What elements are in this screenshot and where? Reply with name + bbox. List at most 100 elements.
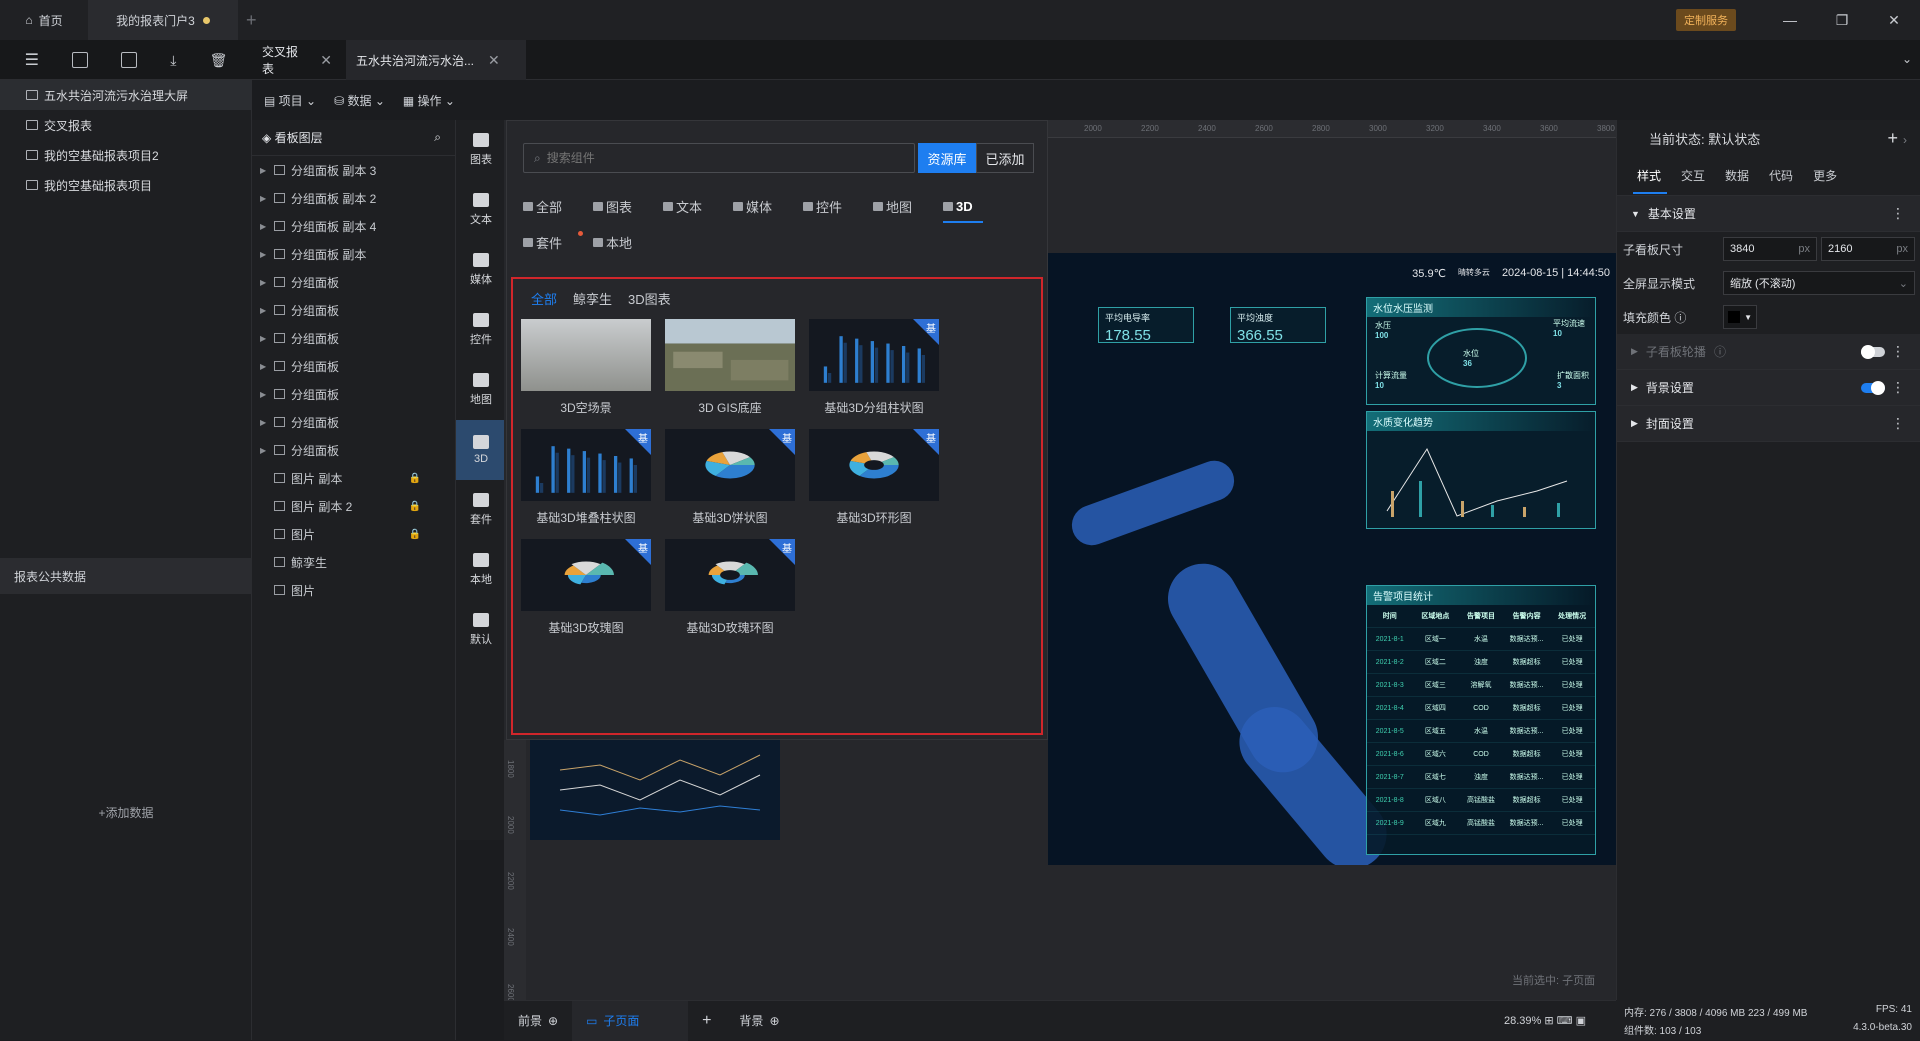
- layer-item[interactable]: 图片 副本 2 🔒: [252, 492, 455, 520]
- resource-library-button[interactable]: 资源库: [918, 143, 976, 173]
- popup-tab-5[interactable]: 地图: [873, 195, 943, 217]
- dashboard-preview[interactable]: 35.9℃ 晴转多云 2024-08-15 | 14:44:50 平均电导率 1…: [1048, 253, 1616, 865]
- project-menu[interactable]: ▤ 项目 ⌄: [264, 92, 316, 109]
- report-item[interactable]: 五水共治河流污水治理大屏: [0, 80, 251, 110]
- layer-item[interactable]: ▶ 分组面板: [252, 324, 455, 352]
- close-tab-icon[interactable]: ✕: [488, 52, 500, 69]
- report-item[interactable]: 交叉报表: [0, 110, 251, 140]
- component-card[interactable]: 3D空场景: [521, 319, 679, 439]
- popup-tab-4[interactable]: 控件: [803, 195, 873, 217]
- new-tab-icon[interactable]: +: [246, 10, 257, 31]
- height-input[interactable]: 2160 px: [1821, 237, 1915, 261]
- keyboard-icon[interactable]: ⌨: [1557, 1015, 1573, 1027]
- new-file-icon[interactable]: [121, 52, 138, 68]
- category-2[interactable]: 媒体: [456, 240, 506, 300]
- restore-icon[interactable]: ❐: [1816, 12, 1868, 29]
- category-8[interactable]: 默认: [456, 600, 506, 660]
- fit-screen-icon[interactable]: ⊞: [1544, 1015, 1553, 1027]
- component-card[interactable]: 基基础3D分组柱状图: [809, 319, 967, 439]
- layer-item[interactable]: ▶ 分组面板: [252, 436, 455, 464]
- popup-tab-6[interactable]: 3D: [943, 195, 1013, 223]
- zoom-control[interactable]: 28.39% ⊞ ⌨ ▣: [1504, 1014, 1586, 1027]
- component-card[interactable]: 基基础3D环形图: [809, 429, 967, 549]
- popup-tab-3[interactable]: 媒体: [733, 195, 803, 217]
- more-icon[interactable]: ⋮: [1891, 379, 1905, 396]
- layer-item[interactable]: 图片 🔒: [252, 520, 455, 548]
- doc-tab-cross[interactable]: 交叉报表 ✕: [252, 40, 342, 80]
- home-tab[interactable]: ⌂ 首页: [0, 0, 88, 40]
- category-4[interactable]: 地图: [456, 360, 506, 420]
- add-circle-icon[interactable]: ⊕: [548, 1014, 558, 1028]
- subpage-tab[interactable]: ▭ 子页面: [572, 1000, 689, 1041]
- trend-chart-partial[interactable]: [530, 740, 780, 840]
- custom-service-button[interactable]: 定制服务: [1676, 9, 1736, 31]
- popup-tab-7[interactable]: 套件: [523, 231, 593, 253]
- property-tab-4[interactable]: 更多: [1813, 167, 1837, 184]
- delete-icon[interactable]: 🗑: [210, 52, 228, 69]
- more-icon[interactable]: ⋮: [1891, 415, 1905, 432]
- data-menu[interactable]: ⛁ 数据 ⌄: [334, 92, 385, 109]
- lock-icon[interactable]: 🔒: [409, 473, 421, 484]
- added-button[interactable]: 已添加: [976, 143, 1034, 173]
- property-tab-3[interactable]: 代码: [1769, 167, 1793, 184]
- carousel-toggle[interactable]: [1861, 344, 1885, 359]
- component-card[interactable]: 基基础3D堆叠柱状图: [521, 429, 679, 549]
- layer-item[interactable]: ▶ 分组面板: [252, 408, 455, 436]
- property-tab-0[interactable]: 样式: [1632, 167, 1668, 194]
- fullscreen-select[interactable]: 缩放 (不滚动) ⌄: [1723, 271, 1915, 295]
- popup-tab-1[interactable]: 图表: [593, 195, 663, 217]
- popup-tab-2[interactable]: 文本: [663, 195, 733, 217]
- layer-item[interactable]: 图片: [252, 576, 455, 604]
- basic-settings-header[interactable]: ▼ 基本设置 ⋮: [1617, 196, 1920, 232]
- close-icon[interactable]: ✕: [1868, 12, 1920, 29]
- layer-item[interactable]: 鲸孪生: [252, 548, 455, 576]
- category-0[interactable]: 图表: [456, 120, 506, 180]
- more-icon[interactable]: ⋮: [1891, 343, 1905, 360]
- foreground-tab[interactable]: 前景 ⊕: [504, 1001, 572, 1041]
- subtab-0[interactable]: 全部: [531, 289, 557, 308]
- search-icon[interactable]: ⌕: [434, 130, 441, 145]
- popup-tab-0[interactable]: 全部: [523, 195, 593, 217]
- layer-item[interactable]: ▶ 分组面板: [252, 352, 455, 380]
- layer-item[interactable]: ▶ 分组面板 副本 4: [252, 212, 455, 240]
- property-tab-1[interactable]: 交互: [1681, 167, 1705, 184]
- lock-icon[interactable]: 🔒: [409, 529, 421, 540]
- fill-color-picker[interactable]: ▼: [1723, 305, 1757, 329]
- component-card[interactable]: 基基础3D饼状图: [665, 429, 823, 549]
- layer-item[interactable]: ▶ 分组面板: [252, 296, 455, 324]
- add-data-button[interactable]: +添加数据: [0, 804, 252, 821]
- category-6[interactable]: 套件: [456, 480, 506, 540]
- download-icon[interactable]: ⤓: [170, 52, 176, 69]
- chevron-down-icon[interactable]: ⌄: [1902, 52, 1912, 66]
- layer-item[interactable]: ▶ 分组面板: [252, 380, 455, 408]
- background-settings-header[interactable]: ▶ 背景设置 ⋮: [1617, 370, 1920, 406]
- lock-icon[interactable]: 🔒: [409, 501, 421, 512]
- category-5[interactable]: 3D: [456, 420, 506, 480]
- category-1[interactable]: 文本: [456, 180, 506, 240]
- layer-item[interactable]: ▶ 分组面板 副本 3: [252, 156, 455, 184]
- report-item[interactable]: 我的空基础报表项目2: [0, 140, 251, 170]
- more-icon[interactable]: ⋮: [1891, 205, 1905, 222]
- menu-icon[interactable]: ☰: [25, 50, 39, 70]
- carousel-header[interactable]: ▶ 子看板轮播 ⓘ ⋮: [1617, 334, 1920, 370]
- terminal-icon[interactable]: ▣: [1576, 1015, 1586, 1027]
- add-page-button[interactable]: +: [688, 1001, 725, 1041]
- component-card[interactable]: 基基础3D玫瑰图: [521, 539, 679, 659]
- component-card[interactable]: 3D GIS底座: [665, 319, 823, 439]
- component-search-input[interactable]: [546, 151, 887, 165]
- category-7[interactable]: 本地: [456, 540, 506, 600]
- add-state-icon[interactable]: + ›: [1887, 128, 1907, 149]
- close-tab-icon[interactable]: ✕: [320, 52, 332, 69]
- new-folder-icon[interactable]: [72, 52, 89, 68]
- layer-item[interactable]: 图片 副本 🔒: [252, 464, 455, 492]
- add-circle-icon[interactable]: ⊕: [769, 1014, 779, 1028]
- component-search[interactable]: ⌕: [523, 143, 915, 173]
- popup-tab-8[interactable]: 本地: [593, 231, 663, 253]
- category-3[interactable]: 控件: [456, 300, 506, 360]
- subtab-1[interactable]: 鲸孪生: [573, 289, 612, 308]
- background-tab[interactable]: 背景 ⊕: [725, 1001, 793, 1041]
- cover-settings-header[interactable]: ▶ 封面设置 ⋮: [1617, 406, 1920, 442]
- property-tab-2[interactable]: 数据: [1725, 167, 1749, 184]
- component-card[interactable]: 基基础3D玫瑰环图: [665, 539, 823, 659]
- doc-tab-water[interactable]: 五水共治河流污水治... ✕: [346, 40, 526, 80]
